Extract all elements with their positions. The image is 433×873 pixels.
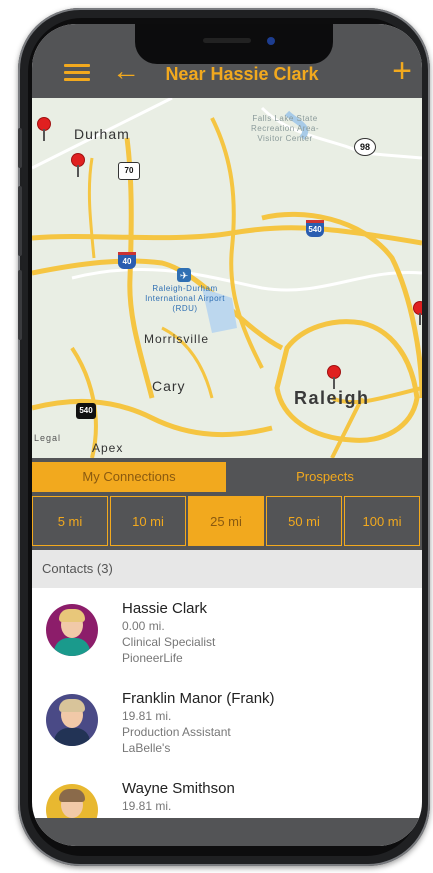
- contact-distance: 19.81 mi.: [122, 799, 172, 813]
- road-shield-98: 98: [354, 138, 376, 156]
- notch: [135, 24, 333, 64]
- camera: [267, 37, 275, 45]
- contact-company: PioneerLife: [122, 651, 183, 665]
- list-item[interactable]: Hassie Clark 0.00 mi. Clinical Specialis…: [32, 590, 422, 682]
- avatar: [46, 604, 98, 656]
- contact-company: LaBelle's: [122, 741, 171, 755]
- bottom-bar: [32, 818, 422, 846]
- map-pin-icon[interactable]: [414, 302, 422, 325]
- side-button: [18, 270, 22, 340]
- contact-distance: 19.81 mi.: [122, 709, 172, 723]
- distance-50mi-button[interactable]: 50 mi: [266, 496, 342, 546]
- connection-tabs: My Connections Prospects: [32, 458, 422, 492]
- contact-title: Production Assistant: [122, 725, 231, 739]
- tab-my-connections[interactable]: My Connections: [32, 462, 226, 492]
- map-label-airport: Raleigh-Durham International Airport (RD…: [145, 284, 225, 313]
- road-shield-70: 70: [118, 162, 140, 180]
- map-label-raleigh: Raleigh: [294, 388, 370, 408]
- side-button: [18, 186, 22, 256]
- contact-name: Hassie Clark: [122, 600, 208, 617]
- svg-text:✈: ✈: [180, 271, 188, 282]
- interstate-shield-540: 540: [306, 220, 324, 237]
- map-pin-icon[interactable]: [328, 366, 340, 389]
- tab-prospects[interactable]: Prospects: [228, 462, 422, 492]
- plus-icon[interactable]: +: [392, 54, 412, 88]
- page-title: Near Hassie Clark: [165, 64, 319, 84]
- map-view[interactable]: ✈ Durham Falls Lake State Recreation Are…: [32, 98, 422, 458]
- contacts-header: Contacts (3): [32, 550, 422, 588]
- interstate-shield-40: 40: [118, 252, 136, 269]
- map-pin-icon[interactable]: [72, 154, 84, 177]
- map-legal-link[interactable]: Legal: [34, 433, 61, 443]
- distance-25mi-button[interactable]: 25 mi: [188, 496, 264, 546]
- map-label-cary: Cary: [152, 378, 186, 394]
- speaker: [203, 38, 251, 43]
- app-screen: ← Near Hassie Clark + ✈ Durham Falls Lak…: [32, 24, 422, 846]
- side-button: [18, 128, 22, 168]
- map-label-apex: Apex: [92, 441, 124, 455]
- arrow-left-icon[interactable]: ←: [112, 57, 140, 85]
- distance-100mi-button[interactable]: 100 mi: [344, 496, 420, 546]
- distance-10mi-button[interactable]: 10 mi: [110, 496, 186, 546]
- contact-distance: 0.00 mi.: [122, 619, 165, 633]
- distance-filter: 5 mi 10 mi 25 mi 50 mi 100 mi: [32, 492, 422, 550]
- contact-title: Clinical Specialist: [122, 635, 216, 649]
- distance-5mi-button[interactable]: 5 mi: [32, 496, 108, 546]
- map-label-durham: Durham: [74, 126, 130, 142]
- hamburger-icon[interactable]: [64, 64, 90, 82]
- road-shield-540: 540: [76, 403, 96, 419]
- contact-name: Franklin Manor (Frank): [122, 690, 275, 707]
- list-item[interactable]: Franklin Manor (Frank) 19.81 mi. Product…: [32, 680, 422, 772]
- map-label-morrisville: Morrisville: [144, 332, 209, 346]
- map-label-falls-lake: Falls Lake State Recreation Area- Visito…: [250, 114, 320, 143]
- avatar: [46, 694, 98, 746]
- contact-name: Wayne Smithson: [122, 780, 235, 797]
- map-pin-icon[interactable]: [38, 118, 50, 141]
